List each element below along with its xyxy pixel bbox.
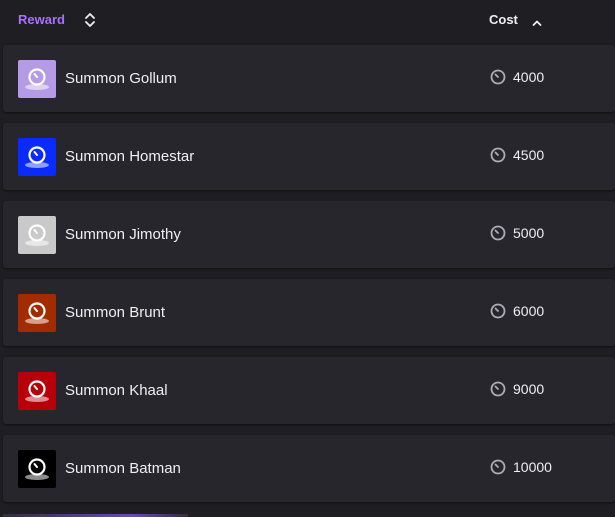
- channel-points-icon: [490, 303, 506, 319]
- channel-points-reward-icon: [18, 450, 56, 488]
- reward-name: Summon Gollum: [65, 70, 177, 87]
- reward-row[interactable]: Summon Batman 10000: [3, 435, 615, 502]
- cost-value: 9000: [513, 381, 545, 397]
- cost-value: 4000: [513, 69, 545, 85]
- channel-points-icon: [490, 381, 506, 397]
- rewards-table-header: Reward Cost: [0, 0, 615, 40]
- reward-name: Summon Batman: [65, 460, 181, 477]
- sort-both-icon[interactable]: [85, 12, 95, 27]
- reward-column-label: Reward: [18, 12, 65, 27]
- channel-points-reward-icon: [18, 60, 56, 98]
- cost-value: 6000: [513, 303, 545, 319]
- reward-column-header[interactable]: Reward: [18, 12, 95, 27]
- cost-column-header[interactable]: Cost: [489, 12, 542, 27]
- channel-points-reward-icon: [18, 294, 56, 332]
- reward-name: Summon Khaal: [65, 382, 168, 399]
- reward-row[interactable]: Summon Khaal 9000: [3, 357, 615, 424]
- channel-points-reward-icon: [18, 372, 56, 410]
- channel-points-reward-icon: [18, 216, 56, 254]
- reward-cost: 6000: [490, 303, 544, 319]
- channel-points-icon: [490, 225, 506, 241]
- reward-cost: 10000: [490, 459, 552, 475]
- cost-value: 4500: [513, 147, 545, 163]
- reward-name: Summon Brunt: [65, 304, 166, 321]
- reward-row[interactable]: Summon Gollum 4000: [3, 45, 615, 112]
- reward-name: Summon Jimothy: [65, 226, 181, 243]
- cost-value: 10000: [513, 459, 552, 475]
- channel-points-icon: [490, 459, 506, 475]
- reward-cost: 9000: [490, 381, 544, 397]
- reward-row[interactable]: Summon Jimothy 5000: [3, 201, 615, 268]
- cost-column-label: Cost: [489, 12, 518, 27]
- reward-cost: 5000: [490, 225, 544, 241]
- sort-ascending-icon[interactable]: [532, 15, 542, 26]
- reward-cost: 4500: [490, 147, 544, 163]
- reward-row[interactable]: Summon Homestar 4500: [3, 123, 615, 190]
- cost-value: 5000: [513, 225, 545, 241]
- channel-points-icon: [490, 69, 506, 85]
- channel-points-icon: [490, 147, 506, 163]
- reward-name: Summon Homestar: [65, 148, 195, 165]
- reward-row[interactable]: Summon Brunt 6000: [3, 279, 615, 346]
- channel-points-reward-icon: [18, 138, 56, 176]
- reward-cost: 4000: [490, 69, 544, 85]
